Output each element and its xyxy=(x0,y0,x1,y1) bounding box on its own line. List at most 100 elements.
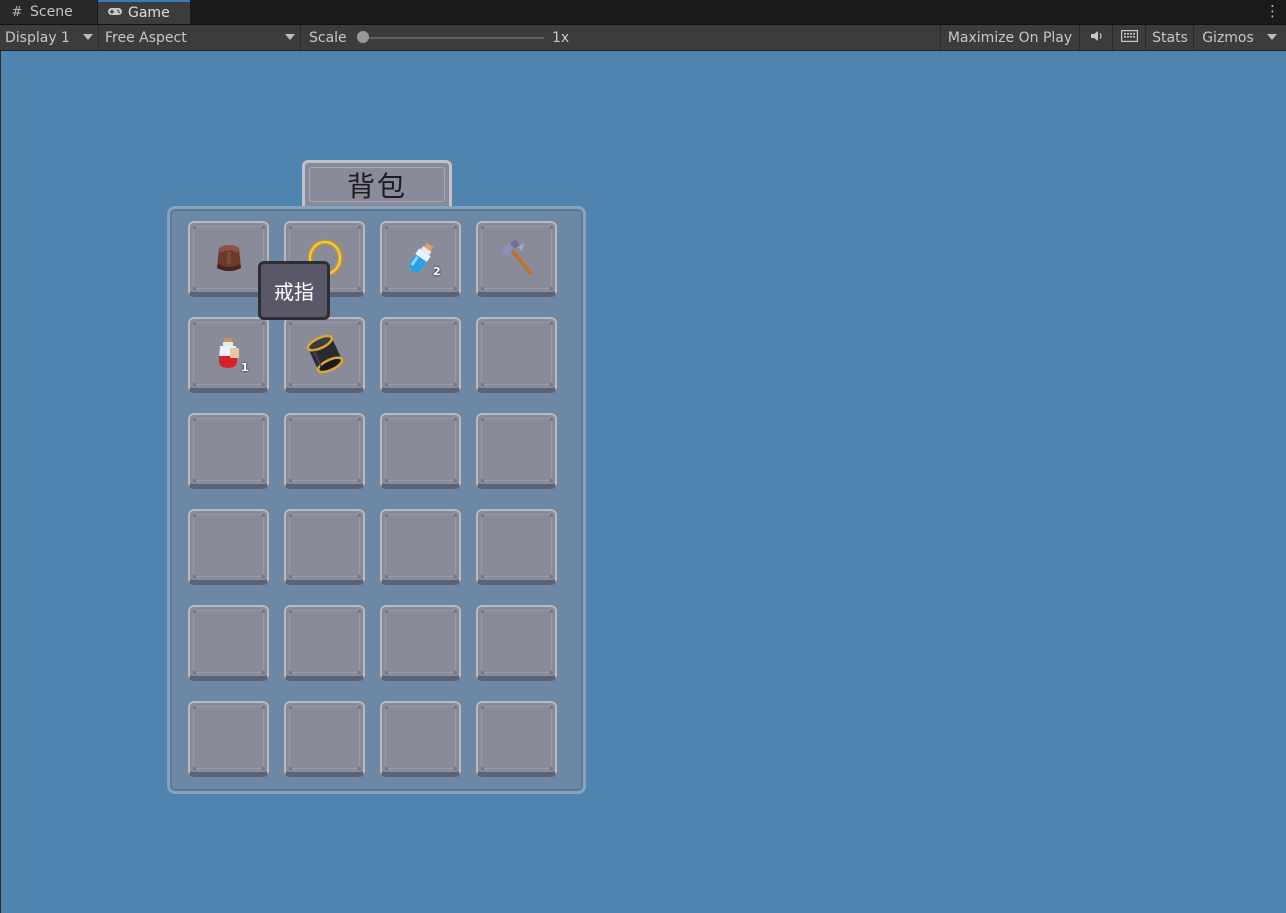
item-count: 2 xyxy=(433,265,441,278)
slot-rivet xyxy=(454,706,457,709)
inventory-slot[interactable] xyxy=(188,701,269,777)
item-tooltip: 戒指 xyxy=(258,261,330,320)
tab-game[interactable]: Game xyxy=(98,0,190,24)
display-dropdown[interactable]: Display 1 xyxy=(0,25,99,50)
red-potion-icon[interactable] xyxy=(190,319,267,388)
gizmos-button[interactable]: Gizmos xyxy=(1195,25,1261,50)
inventory-slot[interactable]: 1 xyxy=(188,317,269,393)
inventory-slot[interactable] xyxy=(380,509,461,585)
slot-rivet xyxy=(262,767,265,770)
inventory-slot[interactable]: 2 xyxy=(380,221,461,297)
inventory-slot[interactable] xyxy=(476,701,557,777)
slot-rivet xyxy=(385,322,388,325)
inventory-slot[interactable] xyxy=(188,605,269,681)
slot-rivet xyxy=(262,514,265,517)
slot-rivet xyxy=(385,706,388,709)
scale-label: Scale xyxy=(309,29,347,46)
keyboard-shortcuts-button[interactable] xyxy=(1114,25,1146,50)
slot-rivet xyxy=(550,610,553,613)
inventory-slot[interactable] xyxy=(476,605,557,681)
inventory-slot[interactable] xyxy=(476,221,557,297)
slot-rivet xyxy=(385,671,388,674)
slot-rivet xyxy=(481,514,484,517)
slot-rivet xyxy=(358,479,361,482)
slot-rivet xyxy=(262,575,265,578)
inventory-slot[interactable] xyxy=(188,509,269,585)
slot-rivet xyxy=(193,706,196,709)
slot-rivet xyxy=(454,322,457,325)
inventory-slot[interactable] xyxy=(380,605,461,681)
tab-scene[interactable]: # Scene xyxy=(0,0,97,24)
slot-rivet xyxy=(481,671,484,674)
inventory-slot[interactable] xyxy=(284,605,365,681)
inventory-slot[interactable] xyxy=(380,413,461,489)
mute-audio-button[interactable] xyxy=(1081,25,1113,50)
more-options-icon[interactable]: ⋮ xyxy=(1265,2,1280,20)
slot-rivet xyxy=(193,514,196,517)
slot-rivet xyxy=(193,767,196,770)
stats-button[interactable]: Stats xyxy=(1147,25,1194,50)
slot-rivet xyxy=(385,418,388,421)
slot-rivet xyxy=(385,514,388,517)
battle-axe-icon[interactable] xyxy=(478,223,555,292)
inventory-slot[interactable] xyxy=(284,317,365,393)
inventory-slot[interactable] xyxy=(188,221,269,297)
grid-icon: # xyxy=(11,4,23,20)
slot-rivet xyxy=(289,418,292,421)
slot-rivet xyxy=(193,479,196,482)
scale-value: 1x xyxy=(552,29,570,46)
inventory-slot[interactable] xyxy=(188,413,269,489)
aspect-dropdown[interactable]: Free Aspect xyxy=(100,25,301,50)
editor-tab-bar: # Scene Game ⋮ xyxy=(0,0,1286,25)
slot-rivet xyxy=(358,514,361,517)
item-count: 1 xyxy=(241,361,249,374)
display-dropdown-label: Display 1 xyxy=(5,29,70,46)
blue-potion-icon[interactable] xyxy=(382,223,459,292)
inventory-slot[interactable] xyxy=(476,413,557,489)
slot-rivet xyxy=(358,706,361,709)
slot-rivet xyxy=(550,575,553,578)
inventory-slot[interactable] xyxy=(380,701,461,777)
slot-rivet xyxy=(454,383,457,386)
leather-bracer-icon[interactable] xyxy=(190,223,267,292)
dark-band-icon[interactable] xyxy=(286,319,363,388)
slot-rivet xyxy=(289,767,292,770)
slot-rivet xyxy=(481,706,484,709)
gamepad-icon xyxy=(107,6,123,21)
slot-rivet xyxy=(454,479,457,482)
speaker-icon xyxy=(1090,30,1104,45)
slot-rivet xyxy=(454,575,457,578)
slot-rivet xyxy=(262,418,265,421)
slot-rivet xyxy=(550,514,553,517)
slot-rivet xyxy=(454,610,457,613)
slot-rivet xyxy=(550,767,553,770)
slot-rivet xyxy=(358,575,361,578)
slot-rivet xyxy=(550,418,553,421)
slot-rivet xyxy=(550,671,553,674)
item-tooltip-text: 戒指 xyxy=(274,280,314,304)
inventory-slot[interactable] xyxy=(476,317,557,393)
slot-rivet xyxy=(289,575,292,578)
slot-rivet xyxy=(454,767,457,770)
inventory-slot[interactable] xyxy=(284,413,365,489)
maximize-on-play-button[interactable]: Maximize On Play xyxy=(940,25,1080,50)
slot-rivet xyxy=(289,610,292,613)
game-toolbar: Display 1 Free Aspect Scale 1x Maximize … xyxy=(0,25,1286,51)
slot-rivet xyxy=(289,706,292,709)
scale-slider-handle[interactable] xyxy=(357,31,369,43)
inventory-slot[interactable] xyxy=(476,509,557,585)
tab-game-label: Game xyxy=(128,5,170,21)
slot-rivet xyxy=(262,671,265,674)
slot-rivet xyxy=(193,671,196,674)
inventory-slot[interactable] xyxy=(380,317,461,393)
chevron-down-icon xyxy=(83,34,93,40)
inventory-slot[interactable] xyxy=(284,701,365,777)
inventory-slot[interactable] xyxy=(284,509,365,585)
slot-rivet xyxy=(385,383,388,386)
slot-rivet xyxy=(481,479,484,482)
slot-rivet xyxy=(193,575,196,578)
gizmos-dropdown-icon[interactable] xyxy=(1267,34,1277,40)
slot-rivet xyxy=(481,767,484,770)
slot-rivet xyxy=(358,610,361,613)
scale-slider-track[interactable] xyxy=(363,37,544,39)
